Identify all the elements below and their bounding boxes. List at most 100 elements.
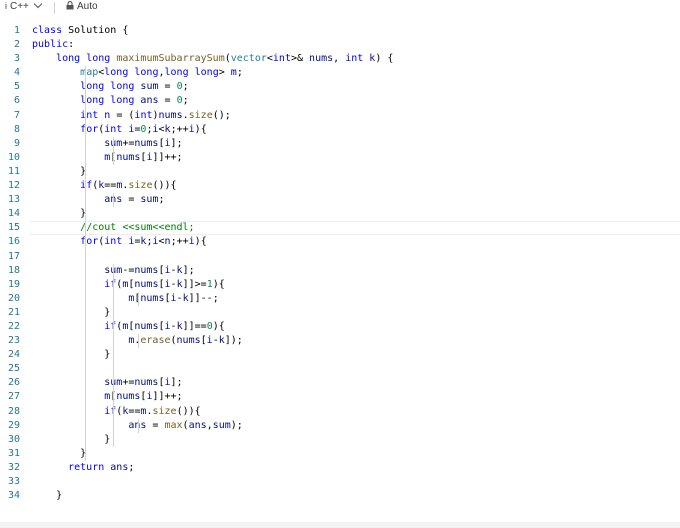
code-line[interactable]: 28 if(k==m.size()){ xyxy=(0,405,680,419)
line-number: 3 xyxy=(13,53,20,65)
code-line[interactable]: 12 if(k==m.size()){ xyxy=(0,179,680,193)
lock-icon xyxy=(66,1,74,10)
code-token: max xyxy=(164,419,183,431)
code-line[interactable]: 2 public: xyxy=(0,38,680,52)
code-punct xyxy=(32,208,80,219)
info-icon: i xyxy=(5,1,7,11)
line-code: m[nums[i]]++; xyxy=(32,390,183,404)
code-token: long xyxy=(164,67,189,79)
code-line[interactable]: 15 //cout <<sum<<endl; xyxy=(0,221,680,236)
code-punct: ]; xyxy=(170,377,183,389)
line-number: 22 xyxy=(7,320,20,332)
code-line[interactable]: 33 xyxy=(0,475,680,489)
code-line[interactable]: 3 long long maximumSubarraySum(vector<in… xyxy=(0,52,680,66)
chevron-down-icon xyxy=(33,0,43,9)
code-token: nums xyxy=(116,151,141,163)
line-number: 29 xyxy=(7,419,20,431)
code-line[interactable]: 34 } xyxy=(0,489,680,503)
code-punct xyxy=(32,95,80,106)
code-line[interactable]: 1 class Solution { xyxy=(0,24,680,38)
code-line[interactable]: 31 } xyxy=(0,447,680,461)
code-line[interactable]: 11 } xyxy=(0,165,680,179)
code-token: sum xyxy=(140,194,159,206)
code-line[interactable]: 8 for(int i=0;i<k;++i){ xyxy=(0,123,680,137)
code-punct: ; xyxy=(182,95,189,107)
code-line[interactable]: 24 } xyxy=(0,348,680,362)
code-line[interactable]: 26 sum+=nums[i]; xyxy=(0,376,680,390)
code-line[interactable]: 20 m[nums[i-k]]--; xyxy=(0,292,680,306)
code-line[interactable]: 29 ans = max(ans,sum); xyxy=(0,419,680,433)
indent-guide xyxy=(138,334,139,349)
code-token: vector xyxy=(230,53,267,65)
language-selector[interactable]: i C++ xyxy=(5,0,43,12)
indent-guide xyxy=(113,136,114,165)
code-line[interactable]: 22 if(m[nums[i-k]]==0){ xyxy=(0,320,680,334)
line-number: 5 xyxy=(13,81,20,93)
code-line[interactable]: 5 long long sum = 0; xyxy=(0,80,680,94)
code-punct: -= xyxy=(122,264,135,276)
code-token: nums xyxy=(176,335,201,347)
line-code: return ans; xyxy=(32,461,134,475)
code-line[interactable]: 25 xyxy=(0,362,680,376)
code-token: long xyxy=(110,95,135,107)
line-code: int n = (int)nums.size(); xyxy=(32,109,231,123)
code-punct: (); xyxy=(212,109,231,121)
code-token: erase xyxy=(140,335,171,347)
code-line[interactable]: 18 sum-=nums[i-k]; xyxy=(0,264,680,278)
code-token: nums xyxy=(140,292,165,304)
code-punct: ; xyxy=(236,67,243,79)
code-punct xyxy=(32,222,80,233)
line-code: class Solution { xyxy=(32,24,128,38)
code-punct xyxy=(32,490,56,501)
code-token: class xyxy=(32,25,63,36)
code-token: nums xyxy=(116,391,141,403)
code-punct: ]; xyxy=(182,264,195,276)
line-code: } xyxy=(32,447,86,461)
line-number: 24 xyxy=(7,349,20,361)
line-code: map<long long,long long> m; xyxy=(32,66,243,80)
code-punct: ]]== xyxy=(182,320,207,332)
code-punct: } xyxy=(56,490,63,502)
line-code: long long maximumSubarraySum(vector<int>… xyxy=(32,52,393,66)
line-number: 4 xyxy=(13,67,20,79)
horizontal-scrollbar[interactable] xyxy=(0,522,680,528)
code-punct xyxy=(32,166,80,177)
code-line[interactable]: 10 m[nums[i]]++; xyxy=(0,151,680,165)
code-line[interactable]: 14 } xyxy=(0,207,680,221)
code-line[interactable]: 9 sum+=nums[i]; xyxy=(0,137,680,151)
code-line[interactable]: 17 xyxy=(0,250,680,264)
line-number: 17 xyxy=(7,250,20,262)
line-code: } xyxy=(32,433,110,447)
code-line[interactable]: 30 } xyxy=(0,433,680,447)
code-token: int xyxy=(104,236,123,248)
line-code: for(int i=0;i<k;++i){ xyxy=(32,123,207,137)
code-line[interactable]: 21 } xyxy=(0,306,680,320)
code-line[interactable]: 27 m[nums[i]]++; xyxy=(0,390,680,404)
code-line[interactable]: 32 return ans; xyxy=(0,461,680,475)
code-line[interactable]: 4 map<long long,long long> m; xyxy=(0,66,680,80)
code-line[interactable]: 7 int n = (int)nums.size(); xyxy=(0,109,680,123)
code-line[interactable]: 13 ans = sum; xyxy=(0,193,680,207)
line-number: 12 xyxy=(7,180,20,192)
code-token: nums xyxy=(134,278,159,290)
mode-label: Auto xyxy=(77,1,98,12)
code-line[interactable]: 16 for(int i=k;i<n;++i){ xyxy=(0,235,680,249)
line-code: } xyxy=(32,306,110,320)
line-code: } xyxy=(32,489,62,503)
code-token: long xyxy=(194,67,219,79)
code-punct: ]]++; xyxy=(152,391,183,403)
line-code: //cout <<sum<<endl; xyxy=(32,221,194,235)
code-punct: ; xyxy=(128,461,135,473)
line-code: sum+=nums[i]; xyxy=(32,137,183,151)
code-line[interactable]: 19 if(m[nums[i-k]]>=1){ xyxy=(0,278,680,292)
code-punct: ; xyxy=(182,81,189,93)
code-punct: ]; xyxy=(170,137,183,149)
code-editor[interactable]: 1 class Solution {2 public: 3 long long max… xyxy=(0,24,680,503)
line-code: if(k==m.size()){ xyxy=(32,405,200,419)
code-line[interactable]: 23 m.erase(nums[i-k]); xyxy=(0,334,680,348)
code-token: int xyxy=(345,53,364,65)
line-number: 13 xyxy=(7,194,20,206)
code-punct: >& xyxy=(290,53,304,65)
code-line[interactable]: 6 long long ans = 0; xyxy=(0,94,680,108)
mode-selector[interactable]: Auto xyxy=(66,1,98,12)
